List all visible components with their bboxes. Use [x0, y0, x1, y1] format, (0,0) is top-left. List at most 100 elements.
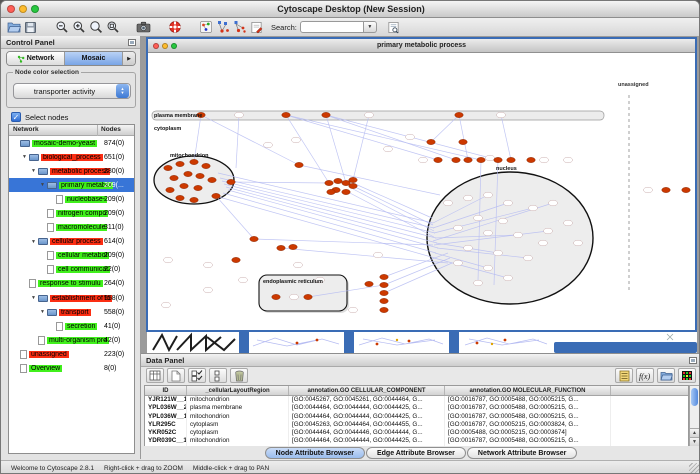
svg-text:f(x): f(x)	[639, 372, 650, 381]
expand-arrow-icon[interactable]: ▼	[40, 182, 47, 188]
tree-item-multi-organism-pro[interactable]: ▼multi-organism pro42(0)	[9, 333, 134, 347]
network-tab-icon	[17, 55, 25, 63]
select-nodes-checkbox[interactable]: ✓	[11, 112, 21, 122]
float-data-panel-icon[interactable]	[689, 357, 697, 364]
resize-grip[interactable]	[689, 463, 699, 473]
endoplasmic-reticulum-label: endoplasmic reticulum	[263, 279, 323, 285]
attribute-table-icon[interactable]	[146, 368, 164, 383]
search-dropdown-button[interactable]: ▼	[364, 21, 377, 33]
expand-arrow-icon[interactable]: ▼	[40, 309, 47, 315]
attribute-list-icon[interactable]	[615, 368, 633, 383]
zoom-in-icon[interactable]	[70, 19, 87, 35]
table-row[interactable]: YDR039C__1mitochondrion[GO:0044464, GO:0…	[145, 437, 688, 445]
tree-item-cell-communicat[interactable]: ▼cell communicat22(0)	[9, 263, 134, 277]
tree-item-cellular-process[interactable]: ▼cellular process614(0)	[9, 235, 134, 249]
expand-arrow-icon[interactable]: ▼	[22, 154, 29, 160]
help-lifesaver-icon[interactable]	[166, 19, 183, 35]
save-session-icon[interactable]	[22, 19, 39, 35]
table-row[interactable]: YKR052Ccytoplasm[GO:0044464, GO:0044446,…	[145, 429, 688, 437]
tree-item-transport[interactable]: ▼transport558(0)	[9, 305, 134, 319]
network-canvas[interactable]: plasma membrane cytoplasm mitochondrion …	[148, 53, 695, 330]
snapshot-camera-icon[interactable]	[135, 19, 152, 35]
status-zoom-hint: Right-click + drag to ZOOM	[104, 465, 183, 472]
table-row[interactable]: YLR295Ccytoplasm[GO:0045263, GO:0044464,…	[145, 421, 688, 429]
tree-item-macromolecule[interactable]: ▼macromolecule311(0)	[9, 221, 134, 235]
tab-edge-attribute-browser[interactable]: Edge Attribute Browser	[366, 447, 466, 459]
unselect-attributes-icon[interactable]	[209, 368, 227, 383]
tab-network-attribute-browser[interactable]: Network Attribute Browser	[467, 447, 577, 459]
function-builder-icon[interactable]: f(x)	[636, 368, 654, 383]
file-icon	[38, 336, 45, 345]
select-attributes-icon[interactable]	[188, 368, 206, 383]
node-color-selection-group: Node color selection transporter activit…	[6, 72, 136, 108]
tree-item-label: cell communicat	[56, 266, 110, 273]
import-attributes-icon[interactable]	[657, 368, 675, 383]
attribute-browser-tabs: Node Attribute Browser Edge Attribute Br…	[141, 446, 700, 460]
tree-item-nucleobase-[interactable]: ▼nucleobase-209(0)	[9, 192, 134, 206]
tab-node-attribute-browser[interactable]: Node Attribute Browser	[265, 447, 365, 459]
frame-titlebar[interactable]: primary metabolic process	[148, 39, 695, 53]
app-window: Cytoscape Desktop (New Session) Search: …	[0, 0, 700, 474]
tree-item-primary-metabol[interactable]: ▼primary metabol209(...	[9, 178, 134, 192]
folder-icon	[38, 238, 48, 245]
tree-item-establishment-of-lo[interactable]: ▼establishment of lo558(0)	[9, 291, 134, 305]
scrollbar-thumb[interactable]	[691, 388, 698, 406]
tree-item-nitrogen-compo[interactable]: ▼nitrogen compo209(0)	[9, 206, 134, 220]
node-count: 558(0)	[104, 309, 124, 316]
node-count: 311(0)	[104, 224, 124, 231]
tree-item-overview[interactable]: ▼Overview8(0)	[9, 362, 134, 376]
tab-overflow-arrow-icon[interactable]: ▶	[123, 52, 135, 65]
attribute-table-header[interactable]: ID _cellularLayoutRegion annotation.GO C…	[145, 386, 688, 396]
network-view-frame: primary metabolic process	[146, 37, 697, 332]
frame-edge-1	[239, 332, 249, 353]
heatmap-icon[interactable]	[678, 368, 696, 383]
tree-item-label: response to stimulu	[38, 280, 103, 287]
tree-item-biological-process[interactable]: ▼biological_process651(0)	[9, 150, 134, 164]
open-session-icon[interactable]	[5, 19, 22, 35]
tree-header[interactable]: Network Nodes	[9, 125, 134, 136]
expand-arrow-icon[interactable]: ▼	[31, 168, 38, 174]
delete-attribute-icon[interactable]	[230, 368, 248, 383]
tree-item-mosaic-demo-yeast[interactable]: ▼mosaic-demo-yeast874(0)	[9, 136, 134, 150]
node-color-dropdown[interactable]: transporter activity ▲▼	[13, 83, 131, 99]
tab-mosaic[interactable]: Mosaic	[65, 52, 123, 65]
node-count: 223(0)	[104, 351, 124, 358]
tree-item-unassigned[interactable]: ▼unassigned223(0)	[9, 347, 134, 361]
file-icon	[56, 322, 63, 331]
tree-item-label: secretion	[65, 323, 97, 330]
tab-network[interactable]: Network	[7, 52, 65, 65]
view-tool-1-icon[interactable]	[214, 19, 231, 35]
node-count: 614(0)	[104, 238, 124, 245]
file-icon	[47, 223, 54, 232]
advanced-search-icon[interactable]	[385, 19, 402, 35]
background-windows-strip[interactable]	[147, 332, 697, 353]
tree-item-label: unassigned	[29, 351, 69, 358]
network-palette-icon[interactable]	[197, 19, 214, 35]
zoom-selected-region-icon[interactable]	[87, 19, 104, 35]
tree-item-response-to-stimulu[interactable]: ▼response to stimulu264(0)	[9, 277, 134, 291]
group-legend: Node color selection	[13, 69, 81, 76]
tree-item-metabolic-process[interactable]: ▼metabolic process280(0)	[9, 164, 134, 178]
node-count: 874(0)	[104, 140, 124, 147]
annotation-tool-icon[interactable]	[248, 19, 265, 35]
zoom-out-icon[interactable]	[53, 19, 70, 35]
search-input[interactable]	[300, 21, 364, 33]
file-icon	[47, 251, 54, 260]
select-nodes-row: ✓ Select nodes	[11, 112, 68, 122]
float-panel-icon[interactable]	[128, 39, 136, 46]
scroll-up-icon[interactable]: ▲	[690, 428, 699, 437]
expand-arrow-icon[interactable]: ▼	[31, 239, 38, 245]
zoom-fit-content-icon[interactable]	[104, 19, 121, 35]
tree-item-secretion[interactable]: ▼secretion41(0)	[9, 319, 134, 333]
table-row[interactable]: YPL036W__1mitochondrion[GO:0044464, GO:0…	[145, 413, 688, 421]
table-row[interactable]: YJR121W__1mitochondrion[GO:0045267, GO:0…	[145, 396, 688, 404]
view-tool-2-icon[interactable]	[231, 19, 248, 35]
scroll-down-icon[interactable]: ▼	[690, 437, 699, 446]
new-attribute-icon[interactable]	[167, 368, 185, 383]
control-panel-header: Control Panel	[1, 36, 140, 49]
tree-item-cellular-metabol[interactable]: ▼cellular metabol209(0)	[9, 249, 134, 263]
table-row[interactable]: YPL036W__2plasma membrane[GO:0044464, GO…	[145, 404, 688, 412]
expand-arrow-icon[interactable]: ▼	[31, 295, 38, 301]
tree-item-label: biological_process	[41, 154, 103, 161]
table-scrollbar[interactable]: ▲ ▼	[689, 385, 700, 447]
